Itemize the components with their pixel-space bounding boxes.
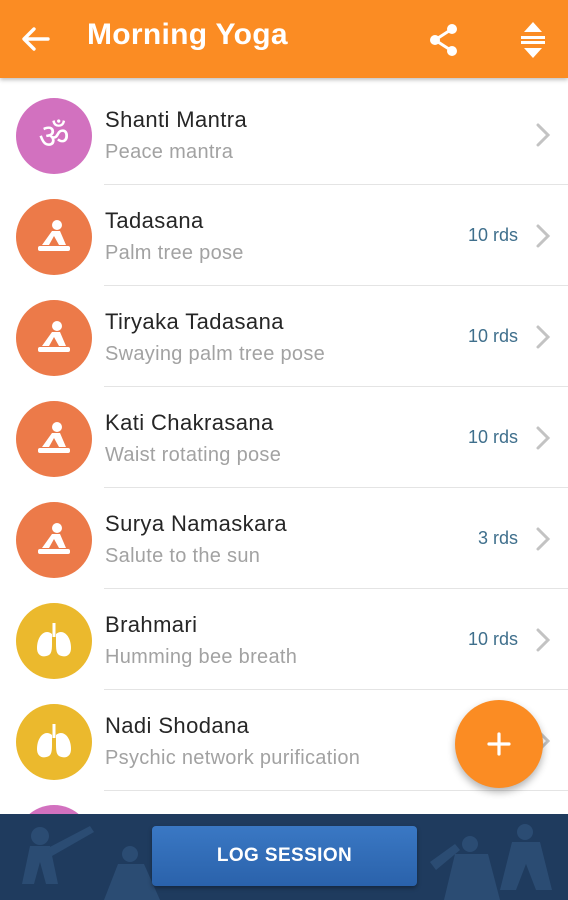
item-subtitle: Palm tree pose [105,242,244,264]
item-name: Shanti Mantra [105,107,248,132]
om-icon [16,805,92,814]
list-item[interactable]: Brahmari Humming bee breath 10 rds [0,589,568,690]
svg-text:ॐ: ॐ [38,117,69,157]
log-session-button[interactable]: LOG SESSION [152,826,417,886]
page-title: Morning Yoga [87,18,288,51]
list-item[interactable]: Surya Namaskara Salute to the sun 3 rds [0,488,568,589]
chevron-right-icon [536,628,551,652]
item-rounds: 10 rds [467,629,518,649]
meditation-pose-icon [16,502,92,578]
item-name: Tiryaka Tadasana [105,309,284,334]
meditation-pose-icon [16,401,92,477]
chevron-right-icon [536,527,551,551]
chevron-right-icon [536,325,551,349]
list-item[interactable]: Tadasana Palm tree pose 10 rds [0,185,568,286]
item-rounds: 10 rds [467,225,518,245]
om-icon: ॐ [16,98,92,174]
item-subtitle: Humming bee breath [105,646,298,668]
item-subtitle: Psychic network purification [105,747,361,769]
item-subtitle: Waist rotating pose [105,444,282,466]
item-name: Brahmari [105,612,198,637]
lungs-icon [16,603,92,679]
list-item[interactable]: Tiryaka Tadasana Swaying palm tree pose … [0,286,568,387]
chevron-right-icon [536,123,551,147]
plus-icon [487,732,511,756]
item-name: Tadasana [105,208,204,233]
item-rounds: 10 rds [467,427,518,447]
arrow-back-icon[interactable] [18,21,54,57]
item-name: Nadi Shodana [105,713,250,738]
chevron-right-icon [536,224,551,248]
chevron-right-icon [536,426,551,450]
list-item[interactable]: Kati Chakrasana Waist rotating pose 10 r… [0,387,568,488]
app-bar: Morning Yoga [0,0,568,78]
list-item[interactable]: ॐ Shanti Mantra Peace mantra [0,84,568,185]
list-item[interactable] [0,791,568,814]
item-name: Kati Chakrasana [105,410,274,435]
item-subtitle: Swaying palm tree pose [105,343,326,365]
item-rounds: 10 rds [467,326,518,346]
sort-arrows-icon[interactable] [512,18,554,60]
item-rounds: 3 rds [477,528,518,548]
bottom-bar: LOG SESSION [0,814,568,900]
lungs-icon [16,704,92,780]
add-exercise-button[interactable] [455,700,543,788]
meditation-pose-icon [16,199,92,275]
item-subtitle: Peace mantra [105,141,234,163]
meditation-pose-icon [16,300,92,376]
item-name: Surya Namaskara [105,511,288,536]
item-subtitle: Salute to the sun [105,545,261,567]
share-icon[interactable] [424,20,464,60]
